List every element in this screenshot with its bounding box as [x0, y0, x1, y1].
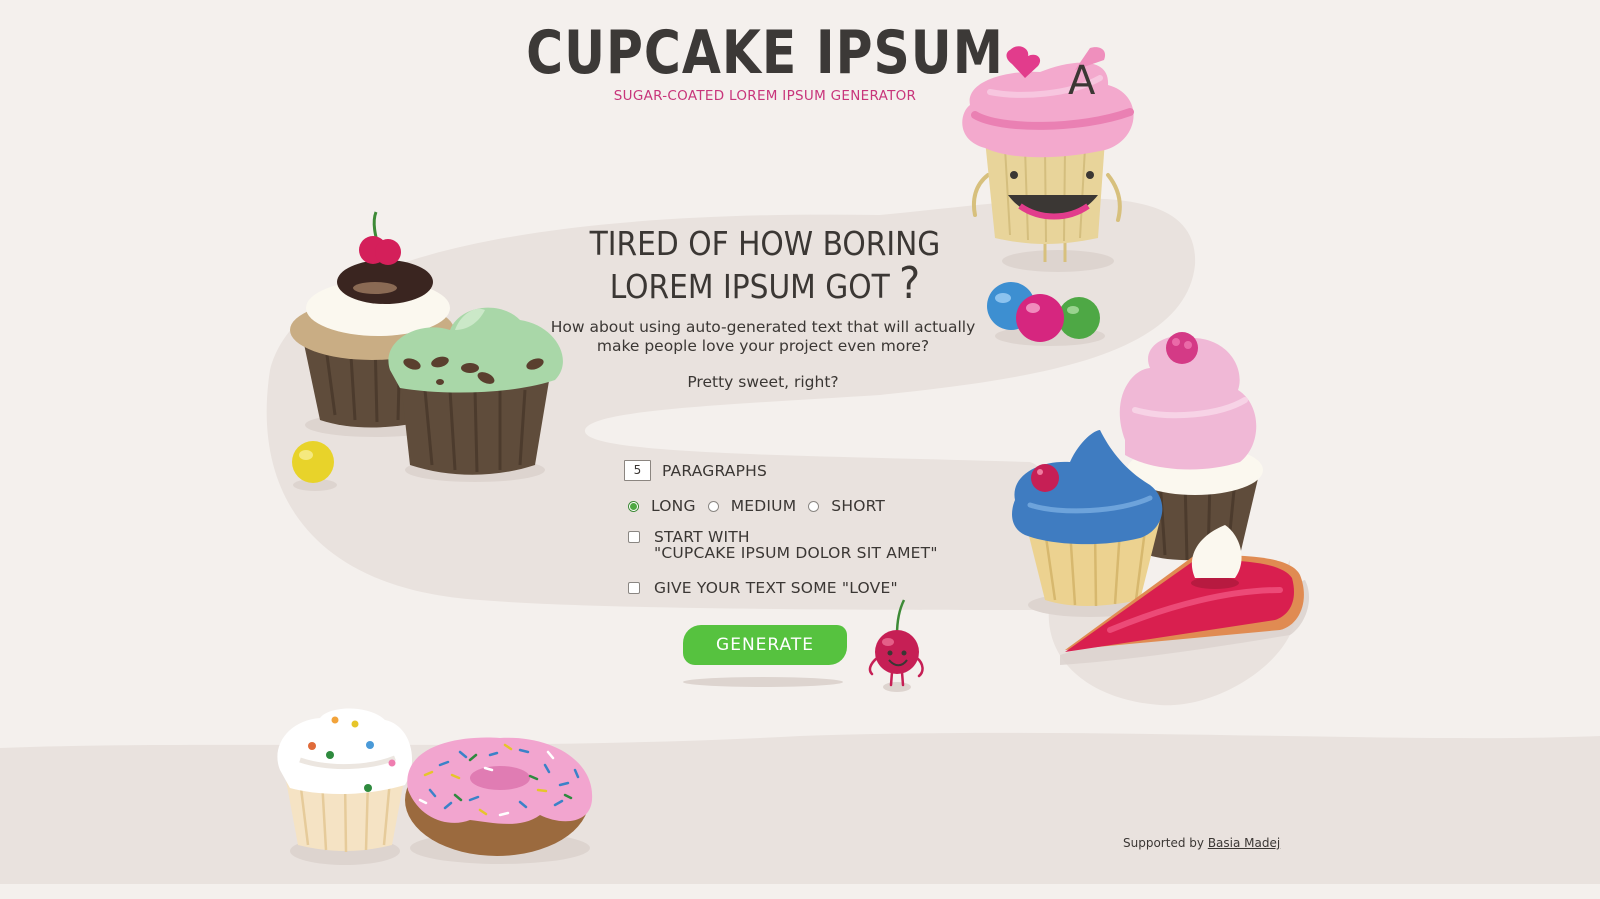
- intro-tagline: Pretty sweet, right?: [687, 373, 839, 391]
- paragraphs-row: 5 PARAGRAPHS: [624, 460, 767, 481]
- start-with-checkbox[interactable]: [628, 531, 640, 543]
- right-desserts-illustration: [1012, 332, 1310, 665]
- length-long-label[interactable]: LONG: [651, 497, 696, 515]
- love-row: GIVE YOUR TEXT SOME "LOVE": [628, 579, 898, 597]
- length-short-label[interactable]: SHORT: [831, 497, 885, 515]
- intro-headline: TIRED OF HOW BORING LOREM IPSUM GOT ?: [580, 224, 950, 307]
- site-subtitle: SUGAR-COATED LOREM IPSUM GENERATOR: [613, 88, 917, 104]
- love-label[interactable]: GIVE YOUR TEXT SOME "LOVE": [654, 579, 898, 597]
- length-options-row: LONG MEDIUM SHORT: [628, 497, 897, 515]
- site-header: CUPCAKE IPSUM SUGAR-COATED LOREM IPSUM G…: [0, 20, 1530, 104]
- length-medium-radio[interactable]: [707, 500, 719, 512]
- start-with-label[interactable]: START WITH "CUPCAKE IPSUM DOLOR SIT AMET…: [654, 529, 938, 561]
- length-medium-label[interactable]: MEDIUM: [731, 497, 797, 515]
- illustration-scene: A: [0, 46, 1600, 899]
- length-long-radio[interactable]: [628, 500, 639, 512]
- start-with-row: START WITH "CUPCAKE IPSUM DOLOR SIT AMET…: [628, 529, 938, 561]
- footer-credit: Supported by Basia Madej: [1123, 836, 1280, 850]
- intro-lead-text: How about using auto-generated text that…: [550, 318, 976, 355]
- headline-line-1: TIRED OF HOW BORING: [589, 224, 941, 263]
- generate-button[interactable]: GENERATE: [683, 625, 847, 665]
- supported-by-text: Supported by: [1123, 836, 1204, 850]
- author-link[interactable]: Basia Madej: [1208, 836, 1280, 850]
- love-checkbox[interactable]: [628, 582, 640, 594]
- paragraph-count-input[interactable]: 5: [624, 460, 651, 481]
- site-title[interactable]: CUPCAKE IPSUM: [0, 20, 1530, 88]
- headline-line-2: LOREM IPSUM GOT ?: [609, 258, 921, 309]
- bottom-desserts-illustration: [277, 708, 593, 865]
- generate-button-shadow: [683, 677, 843, 687]
- paragraphs-label: PARAGRAPHS: [662, 461, 768, 480]
- cherry-mascot-illustration: [868, 599, 924, 692]
- length-short-radio[interactable]: [808, 500, 820, 512]
- ground-band: [0, 732, 1600, 884]
- headline-question-mark: ?: [899, 258, 921, 309]
